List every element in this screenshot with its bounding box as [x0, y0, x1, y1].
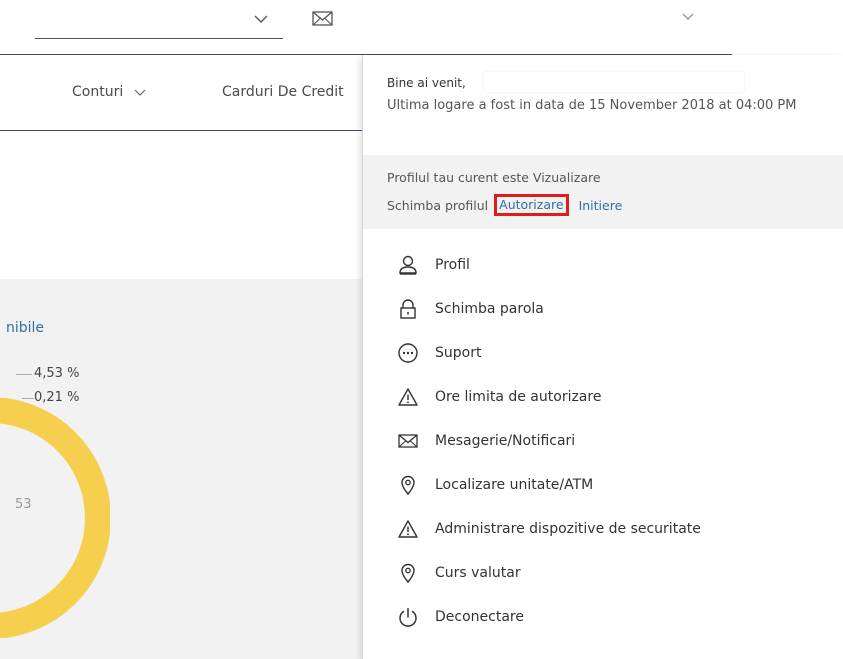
menu-item-label: Ore limita de autorizare	[435, 389, 602, 405]
menu-item-ore-limita[interactable]: Ore limita de autorizare	[363, 375, 843, 419]
location-pin-icon	[397, 474, 419, 496]
menu-item-suport[interactable]: Suport	[363, 331, 843, 375]
chart-title-fragment: nibile	[6, 320, 45, 336]
menu-item-label: Schimba parola	[435, 301, 544, 317]
user-menu-chevron-icon[interactable]	[680, 8, 696, 24]
percent-label: 4,53 %	[34, 366, 80, 381]
change-profile-row: Schimba profilul Autorizare Initiere	[387, 194, 622, 216]
menu-item-profil[interactable]: Profil	[363, 243, 843, 287]
menu-item-label: Profil	[435, 257, 470, 273]
menu-item-dispozitive-securitate[interactable]: Administrare dispozitive de securitate	[363, 507, 843, 551]
menu-item-mesagerie[interactable]: Mesagerie/Notificari	[363, 419, 843, 463]
menu-item-label: Mesagerie/Notificari	[435, 433, 576, 449]
last-login-text: Ultima logare a fost in data de 15 Novem…	[387, 98, 797, 113]
warning-icon	[397, 518, 419, 540]
donut-center-value: 53	[15, 497, 32, 512]
menu-item-label: Localizare unitate/ATM	[435, 477, 594, 493]
chevron-down-icon	[133, 85, 147, 99]
user-dropdown-panel: Bine ai venit, Ultima logare a fost in d…	[362, 55, 843, 659]
profile-initiere-link[interactable]: Initiere	[579, 198, 623, 213]
account-select-underline[interactable]	[35, 38, 283, 39]
location-pin-icon	[397, 562, 419, 584]
profile-autorizare-link[interactable]: Autorizare	[494, 194, 569, 216]
nav-carduri-label: Carduri De Credit	[222, 84, 344, 100]
menu-item-deconectare[interactable]: Deconectare	[363, 595, 843, 639]
menu-item-label: Deconectare	[435, 609, 524, 625]
profile-section: Profilul tau curent este Vizualizare Sch…	[363, 155, 843, 229]
welcome-text: Bine ai venit,	[387, 76, 466, 90]
mail-icon[interactable]	[311, 9, 335, 29]
menu-item-label: Suport	[435, 345, 482, 361]
menu-item-curs-valutar[interactable]: Curs valutar	[363, 551, 843, 595]
menu-item-label: Curs valutar	[435, 565, 521, 581]
menu-item-localizare[interactable]: Localizare unitate/ATM	[363, 463, 843, 507]
change-profile-label: Schimba profilul	[387, 197, 489, 213]
ellipsis-circle-icon	[397, 342, 419, 364]
nav-carduri[interactable]: Carduri De Credit	[222, 84, 344, 100]
nav-conturi-label: Conturi	[72, 84, 124, 100]
donut-chart	[0, 398, 110, 638]
user-name-redacted	[484, 72, 744, 92]
user-icon	[397, 254, 419, 276]
nav-conturi[interactable]: Conturi	[72, 84, 147, 100]
warning-icon	[397, 386, 419, 408]
chevron-down-icon[interactable]	[251, 9, 271, 29]
donut-segment	[0, 398, 110, 638]
mail-icon	[397, 430, 419, 452]
nav-divider	[0, 130, 362, 131]
lock-icon	[397, 298, 419, 320]
menu-item-label: Administrare dispozitive de securitate	[435, 521, 701, 537]
leader-line	[16, 374, 32, 375]
current-profile-text: Profilul tau curent este Vizualizare	[387, 170, 601, 185]
menu-item-schimba-parola[interactable]: Schimba parola	[363, 287, 843, 331]
power-icon	[397, 606, 419, 628]
